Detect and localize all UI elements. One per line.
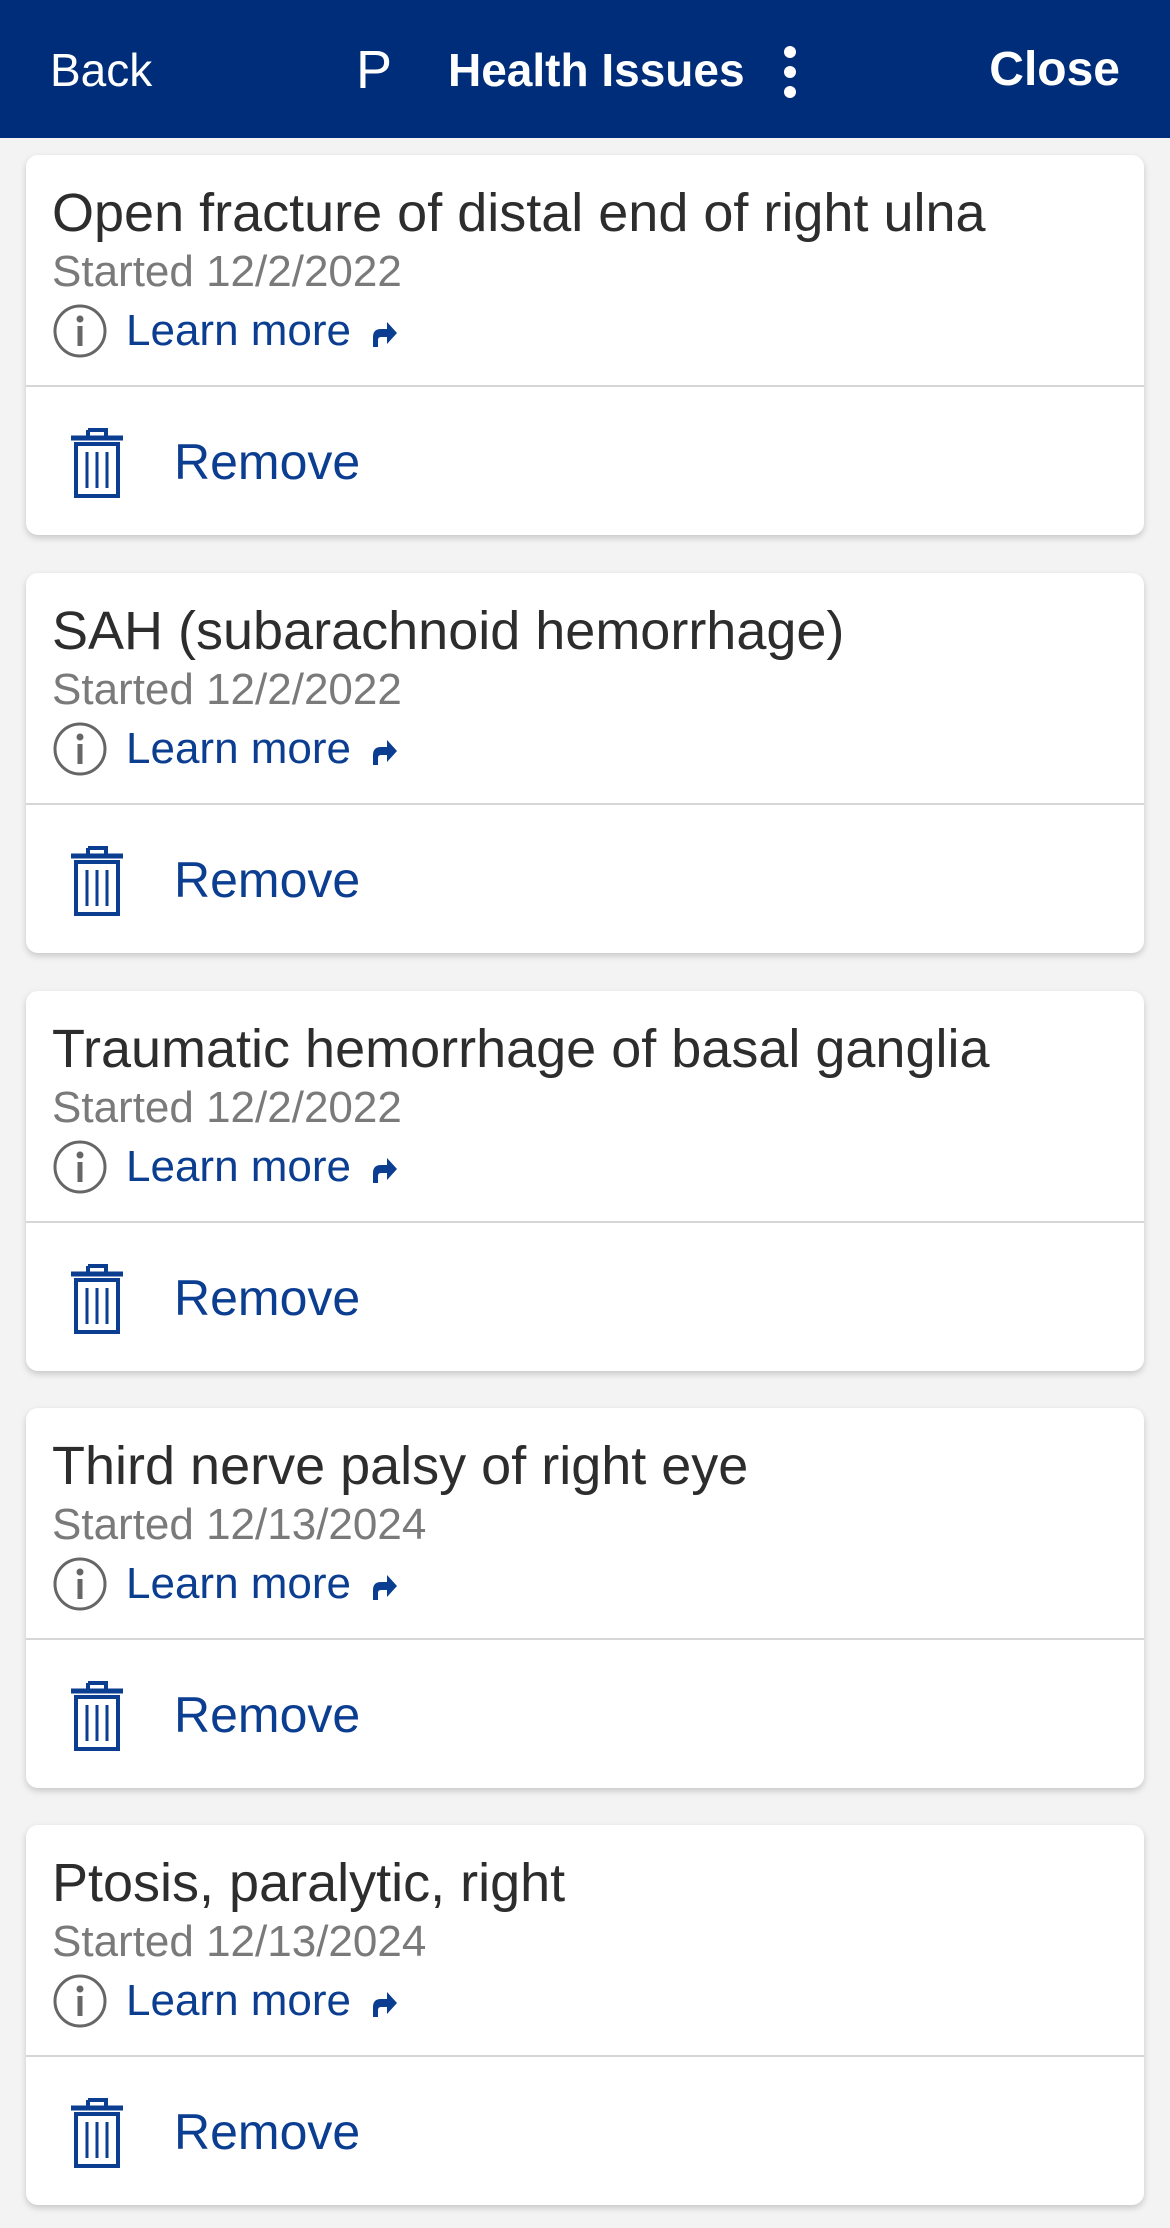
issue-card: SAH (subarachnoid hemorrhage) Started 12… [26, 573, 1144, 953]
trash-icon [71, 846, 123, 916]
issue-details: Open fracture of distal end of right uln… [26, 155, 1144, 387]
issue-start-date: Started 12/2/2022 [52, 1083, 402, 1132]
issue-title: Open fracture of distal end of right uln… [52, 183, 986, 243]
trash-icon [71, 1681, 123, 1751]
external-link-icon [373, 322, 398, 347]
learn-more-label: Learn more [126, 1142, 352, 1191]
learn-more-link[interactable]: Learn more [52, 1971, 399, 2031]
learn-more-link[interactable]: Learn more [52, 301, 399, 361]
external-link-icon [373, 1158, 398, 1183]
close-button[interactable]: Close [989, 42, 1120, 98]
remove-label: Remove [174, 1687, 361, 1743]
external-link-icon [373, 1575, 398, 1600]
issue-details: Traumatic hemorrhage of basal ganglia St… [26, 991, 1144, 1223]
info-circle-icon [53, 304, 107, 358]
learn-more-label: Learn more [126, 1976, 352, 2025]
info-circle-icon [53, 1974, 107, 2028]
learn-more-link[interactable]: Learn more [52, 1137, 399, 1197]
trash-icon [71, 1264, 123, 1334]
app-header: Back P Health Issues Close [0, 0, 1170, 138]
issue-card: Third nerve palsy of right eye Started 1… [26, 1408, 1144, 1788]
remove-button[interactable]: Remove [26, 2059, 1144, 2205]
issue-title: SAH (subarachnoid hemorrhage) [52, 601, 845, 661]
issue-title: Traumatic hemorrhage of basal ganglia [52, 1019, 990, 1079]
issue-start-date: Started 12/13/2024 [52, 1500, 427, 1549]
issue-card: Ptosis, paralytic, right Started 12/13/2… [26, 1825, 1144, 2205]
issue-details: Third nerve palsy of right eye Started 1… [26, 1408, 1144, 1640]
learn-more-link[interactable]: Learn more [52, 719, 399, 779]
external-link-icon [373, 1992, 398, 2017]
issue-start-date: Started 12/2/2022 [52, 247, 402, 296]
remove-label: Remove [174, 2104, 361, 2160]
info-circle-icon [53, 1140, 107, 1194]
remove-button[interactable]: Remove [26, 807, 1144, 953]
info-circle-icon [53, 1557, 107, 1611]
page-title: Health Issues [448, 44, 745, 96]
learn-more-label: Learn more [126, 1559, 352, 1608]
issue-title: Ptosis, paralytic, right [52, 1853, 566, 1913]
issue-title: Third nerve palsy of right eye [52, 1436, 749, 1496]
more-vertical-icon[interactable] [772, 44, 808, 100]
trash-icon [71, 2098, 123, 2168]
remove-button[interactable]: Remove [26, 389, 1144, 535]
learn-more-label: Learn more [126, 306, 352, 355]
issue-details: SAH (subarachnoid hemorrhage) Started 12… [26, 573, 1144, 805]
remove-label: Remove [174, 434, 361, 490]
learn-more-label: Learn more [126, 724, 352, 773]
remove-button[interactable]: Remove [26, 1225, 1144, 1371]
learn-more-link[interactable]: Learn more [52, 1554, 399, 1614]
external-link-icon [373, 740, 398, 765]
issue-start-date: Started 12/13/2024 [52, 1917, 427, 1966]
trash-icon [71, 428, 123, 498]
avatar[interactable]: P [356, 40, 392, 100]
remove-button[interactable]: Remove [26, 1642, 1144, 1788]
remove-label: Remove [174, 1270, 361, 1326]
remove-label: Remove [174, 852, 361, 908]
issue-details: Ptosis, paralytic, right Started 12/13/2… [26, 1825, 1144, 2057]
issue-card: Open fracture of distal end of right uln… [26, 155, 1144, 535]
back-button[interactable]: Back [50, 42, 152, 98]
issue-card: Traumatic hemorrhage of basal ganglia St… [26, 991, 1144, 1371]
info-circle-icon [53, 722, 107, 776]
issue-start-date: Started 12/2/2022 [52, 665, 402, 714]
